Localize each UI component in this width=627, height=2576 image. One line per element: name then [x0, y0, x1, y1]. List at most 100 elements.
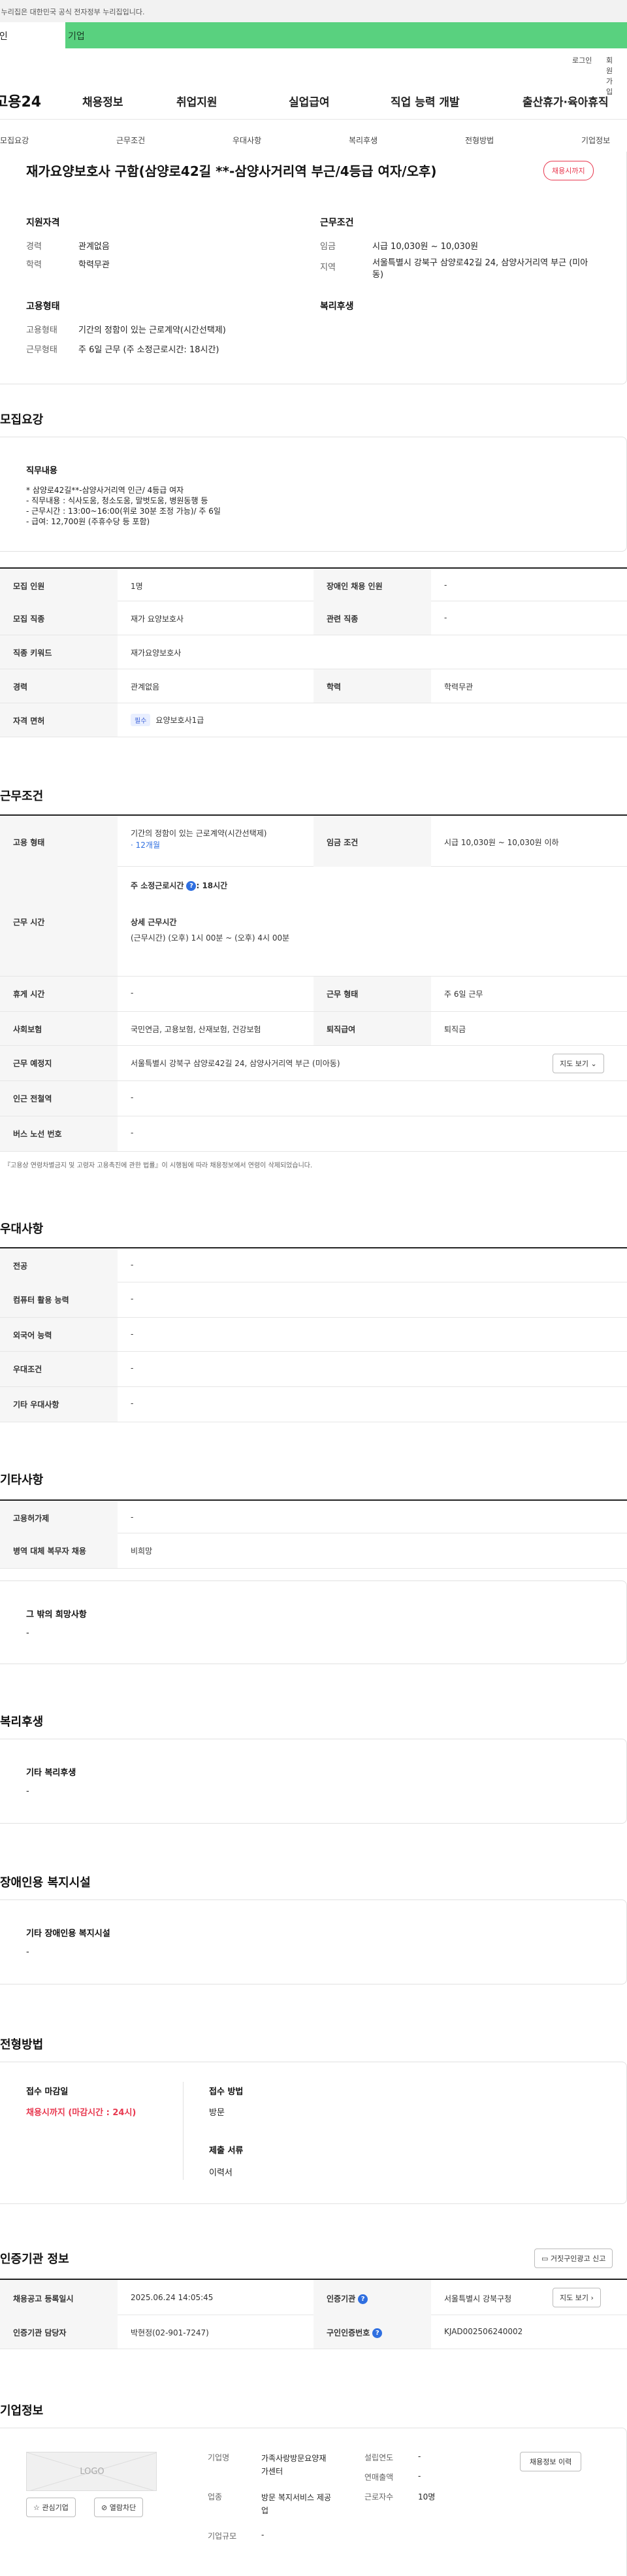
nav-skill-development[interactable]: 직업 능력 개발	[391, 93, 460, 109]
duty-line: - 직무내용 : 식사도움, 청소도움, 말벗도움, 병원동행 등	[26, 496, 208, 505]
method-heading: 접수 방법	[209, 2087, 244, 2097]
required-tag: 필수	[131, 714, 151, 726]
table-row: 근무 예정지 서울특별시 강북구 삼양로42길 24, 삼양사거리역 부근 (미…	[0, 1046, 627, 1081]
method-value: 방문	[209, 2108, 225, 2118]
welfare-heading: 기타 복리후생	[26, 1768, 76, 1778]
pref-cond-value: -	[131, 1363, 134, 1373]
subnav-company[interactable]: 기업정보	[581, 135, 610, 146]
work-form-value: 주 6일 근무 (주 소정근로시간: 18시간)	[78, 345, 219, 355]
table-row: 인근 전철역 -	[0, 1081, 627, 1116]
name-value: 가족사랑방문요양재가센터	[261, 2454, 327, 2476]
deadline-heading: 접수 마감일	[26, 2087, 69, 2097]
nav-unemployment-benefit[interactable]: 실업급여	[289, 93, 330, 109]
emp-type-label: 고용형태	[26, 326, 57, 335]
qualification-heading: 지원자격	[26, 218, 60, 228]
welfare-heading: 복리후생	[320, 301, 354, 312]
join-link[interactable]: 회원가입	[606, 55, 618, 97]
retire-value: 퇴직금	[444, 1025, 466, 1034]
table-row: 휴게 시간 - 근무 형태 주 6일 근무	[0, 977, 627, 1012]
table-row: 병역 대체 복무자 채용 비희망	[0, 1533, 627, 1569]
edu-value: 학력무관	[78, 260, 110, 270]
sales-label: 연매출액	[364, 2473, 394, 2482]
duty-card: 직무내용 * 삼양로42길**-삼양사거리역 인근/ 4등급 여자 - 직무내용…	[0, 437, 627, 552]
disabled-value: -	[444, 580, 447, 590]
bus-label: 버스 노선 번호	[0, 1116, 118, 1151]
chevron-down-icon: ⌄	[590, 1060, 597, 1068]
block-button[interactable]: ⊘ 열람차단	[94, 2498, 144, 2517]
edu-value: 학력무관	[444, 682, 474, 692]
reg-label: 채용공고 등록일시	[0, 2280, 118, 2315]
user-type-tabs: 개인 기업	[0, 22, 627, 48]
military-value: 비희망	[131, 1547, 153, 1556]
subnav-conditions[interactable]: 근무조건	[116, 135, 145, 146]
emp-value: 기간의 정함이 있는 근로계약(시간선택제) · 12개월	[131, 829, 267, 850]
agency-map-button[interactable]: 지도 보기 ›	[553, 2288, 601, 2307]
chevron-right-icon: ›	[590, 2294, 594, 2302]
pref-etc-label: 기타 우대사항	[0, 1387, 118, 1422]
tab-corporate[interactable]: 기업	[65, 22, 627, 48]
insurance-value: 국민연금, 고용보험, 산재보험, 건강보험	[131, 1025, 261, 1034]
reg-value: 2025.06.24 14:05:45	[131, 2293, 214, 2302]
time-detail: (근무시간) (오후) 1시 00분 ~ (오후) 4시 00분	[131, 933, 290, 943]
help-icon[interactable]: ?	[372, 2328, 383, 2338]
duty-line: * 삼양로42길**-삼양사거리역 인근/ 4등급 여자	[26, 486, 184, 495]
block-icon: ⊘	[101, 2503, 108, 2512]
wage-label: 임금	[320, 242, 336, 252]
employee-value: 10명	[418, 2492, 436, 2501]
nav-parental-leave[interactable]: 출산휴가·육아휴직	[522, 93, 609, 109]
disability-section-title: 장애인용 복지시설	[0, 1876, 91, 1890]
table-row: 버스 노선 번호 -	[0, 1116, 627, 1152]
table-row: 모집 직종 재가 요양보호사 관련 직종 -	[0, 601, 627, 635]
table-row: 컴퓨터 활용 능력 -	[0, 1282, 627, 1318]
sales-value: -	[418, 2471, 421, 2481]
logo-text: LOGO	[80, 2467, 104, 2477]
subnav-screening[interactable]: 전형방법	[465, 135, 494, 146]
career-value: 관계없음	[131, 682, 160, 692]
disability-heading: 기타 장애인용 복지시설	[26, 1929, 110, 1939]
staff-label: 인증기관 담당자	[0, 2315, 118, 2349]
table-row: 경력 관계없음 학력 학력무관	[0, 669, 627, 703]
table-row: 모집 인원 1명 장애인 채용 인원 -	[0, 567, 627, 601]
bus-value: -	[131, 1128, 134, 1137]
pref-cond-label: 우대조건	[0, 1352, 118, 1386]
star-icon: ☆	[33, 2503, 40, 2512]
nav-jobs[interactable]: 채용정보	[82, 93, 123, 109]
table-row: 인증기관 담당자 박현정(02-901-7247) 구인인증번호? KJAD00…	[0, 2315, 627, 2349]
nav-employment-support[interactable]: 취업지원	[176, 93, 217, 109]
subnav-preference[interactable]: 우대사항	[233, 135, 261, 146]
preference-section-title: 우대사항	[0, 1222, 44, 1236]
keyword-value: 재가요양보호사	[131, 648, 182, 658]
job-history-button[interactable]: 채용정보 이력	[520, 2452, 582, 2471]
emp-type-value: 기간의 정함이 있는 근로계약(시간선택제)	[78, 326, 226, 335]
major-value: -	[131, 1260, 134, 1269]
subnav-recruit[interactable]: 모집요강	[0, 135, 29, 146]
conditions-section-title: 근무조건	[0, 790, 44, 803]
wage-label: 임금 조건	[314, 816, 431, 867]
favorite-button[interactable]: ☆ 관심기업	[26, 2498, 76, 2517]
map-button[interactable]: 지도 보기 ⌄	[553, 1054, 604, 1073]
license-label: 자격 면허	[0, 703, 118, 737]
subnav-welfare[interactable]: 복리후생	[349, 135, 378, 146]
report-button[interactable]: ▭ 거짓구인광고 신고	[534, 2249, 613, 2268]
wish-heading: 그 밖의 희망사항	[26, 1610, 87, 1620]
help-icon[interactable]: ?	[358, 2294, 368, 2304]
career-value: 관계없음	[78, 242, 110, 252]
edu-label: 학력	[26, 260, 42, 270]
age-notice: 『고용상 연령차별금지 및 고령자 고용촉진에 관한 법률』이 시행됨에 따라 …	[4, 1162, 313, 1169]
table-row: 전공 -	[0, 1247, 627, 1282]
hire-value: -	[131, 1513, 134, 1522]
site-logo[interactable]: 고용24	[0, 90, 41, 111]
wish-value: -	[26, 1628, 29, 1638]
disability-card: 기타 장애인용 복지시설 -	[0, 1899, 627, 1984]
welfare-section-title: 복리후생	[0, 1715, 44, 1729]
auth-section-title: 인증기관 정보	[0, 2252, 69, 2266]
login-link[interactable]: 로그인	[572, 55, 592, 65]
help-icon[interactable]: ?	[186, 881, 197, 891]
subway-label: 인근 전철역	[0, 1081, 118, 1116]
screening-section-title: 전형방법	[0, 2038, 44, 2052]
table-row: 고용허가제 -	[0, 1499, 627, 1533]
edu-label: 학력	[314, 669, 431, 703]
welfare-card: 기타 복리후생 -	[0, 1739, 627, 1824]
report-icon: ▭	[541, 2254, 549, 2263]
tab-individual[interactable]: 개인	[0, 22, 65, 48]
